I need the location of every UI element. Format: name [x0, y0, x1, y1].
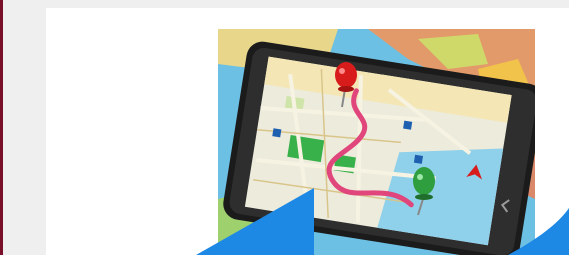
left-accent-bar	[0, 0, 3, 255]
hero-image	[218, 29, 535, 255]
content-card	[46, 8, 569, 255]
